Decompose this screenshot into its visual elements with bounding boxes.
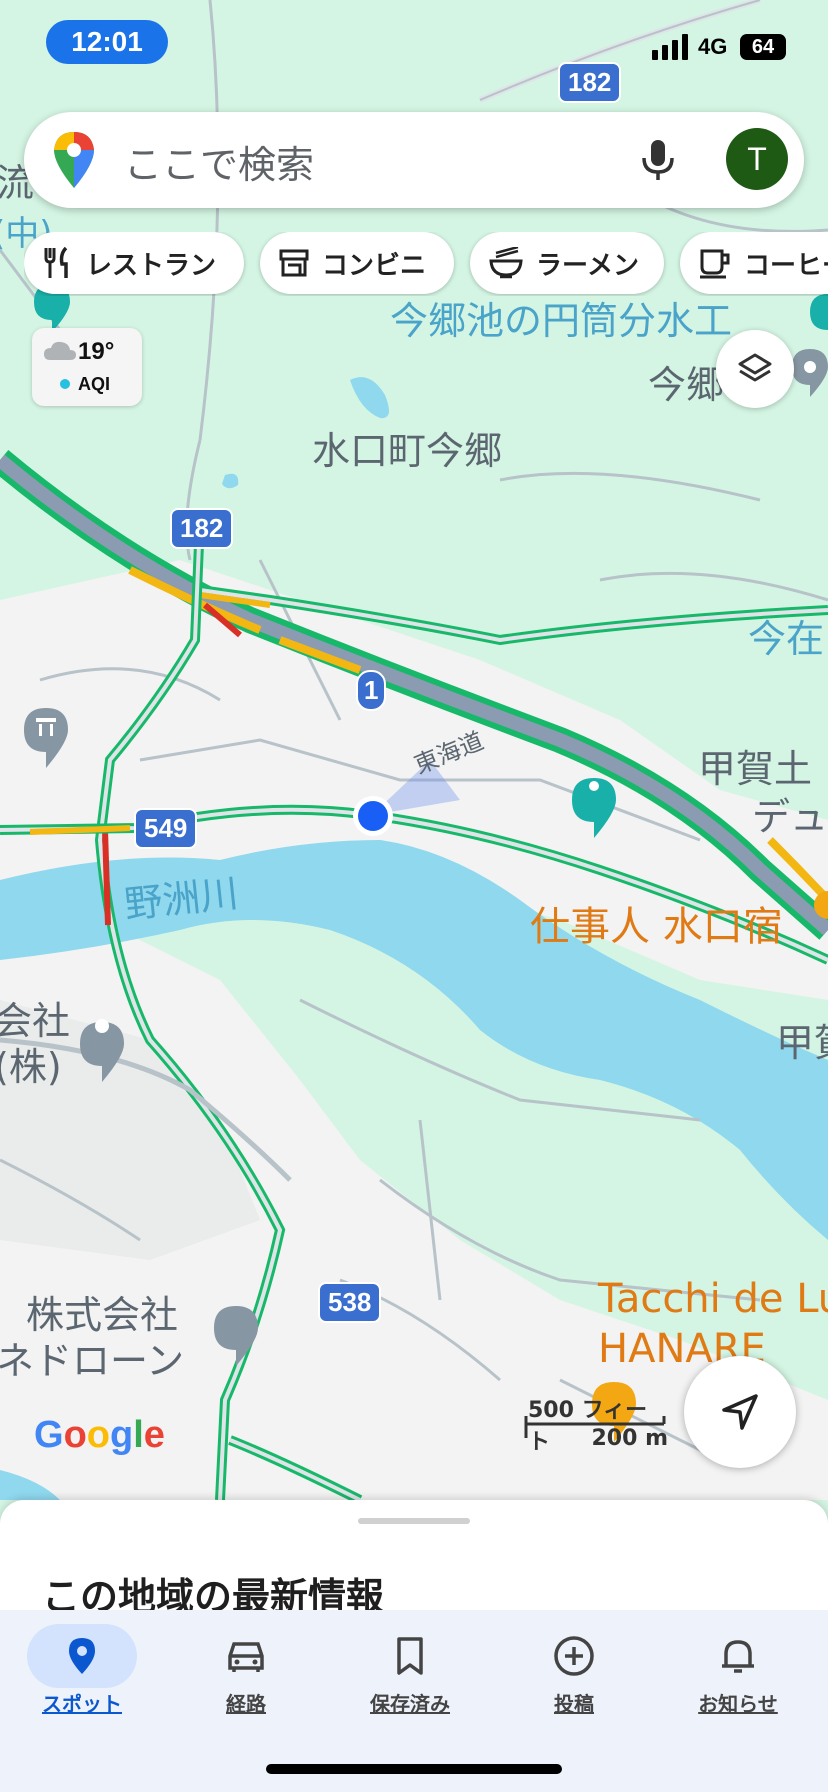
chip-label: コーヒー — [744, 250, 828, 281]
microphone-icon[interactable] — [636, 136, 680, 184]
pin-icon-imago[interactable] — [792, 349, 828, 397]
cloud-icon — [44, 341, 76, 360]
fork-knife-icon — [44, 246, 68, 278]
weather-temp: 19° — [78, 338, 115, 365]
home-indicator — [266, 1764, 562, 1774]
route-shield: 549 — [134, 808, 198, 849]
scale-meters: 200 m — [591, 1426, 668, 1451]
layers-button[interactable] — [716, 330, 794, 408]
map-label-company2-name: ネドローン — [0, 1339, 185, 1383]
chip-label: レストラン — [86, 250, 217, 281]
location-pin-icon — [27, 1624, 137, 1688]
layers-icon — [738, 353, 772, 382]
map-label-dew: デュ — [752, 795, 828, 839]
nav-label: スポット — [42, 1692, 122, 1716]
nav-item-updates[interactable]: お知らせ — [656, 1610, 820, 1720]
map-canvas[interactable]: 流 (中) 今郷池の円筒分水工 今郷 水口町今郷 今在 甲賀土 デュ 東海道 野… — [0, 0, 828, 1500]
aqi-dot — [60, 379, 70, 389]
coffee-cup-icon — [700, 249, 730, 279]
map-label-waterworks[interactable]: 今郷池の円筒分水工 — [390, 290, 732, 345]
add-circle-icon — [519, 1624, 629, 1688]
chip-convenience-store[interactable]: コンビニ — [260, 232, 454, 294]
nav-label: お知らせ — [698, 1692, 778, 1716]
chip-restaurant[interactable]: レストラン — [24, 232, 244, 294]
chip-label: コンビニ — [322, 250, 427, 281]
ramen-bowl-icon — [489, 247, 523, 279]
nav-item-directions[interactable]: 経路 — [164, 1610, 328, 1720]
status-bar: 12:01 4G 64 — [0, 0, 828, 90]
bottom-sheet[interactable]: この地域の最新情報 — [0, 1500, 828, 1620]
map-scale: 500 フィート 200 m — [524, 1392, 668, 1455]
chip-ramen[interactable]: ラーメン — [470, 232, 664, 294]
cell-signal-icon — [652, 34, 688, 60]
map-label-imago: 今郷 — [648, 363, 725, 407]
google-maps-pin-icon — [54, 132, 94, 188]
map-label-koka2: 甲賀 — [776, 1021, 828, 1065]
route-shield: 182 — [170, 508, 234, 549]
weather-widget[interactable]: 19° AQI — [32, 328, 142, 406]
search-input[interactable]: ここで検索 — [124, 134, 314, 189]
pin-icon-waterworks-right[interactable] — [810, 294, 828, 330]
avatar[interactable]: T — [726, 128, 788, 190]
map-label-kabu: (株) — [0, 1045, 62, 1089]
current-location-dot — [358, 801, 388, 831]
chip-coffee[interactable]: コーヒー — [680, 232, 828, 294]
google-logo: Google — [34, 1414, 165, 1456]
nav-label: 投稿 — [554, 1692, 594, 1716]
nav-item-saved[interactable]: 保存済み — [328, 1610, 492, 1720]
battery-icon: 64 — [740, 34, 786, 60]
map-label-koka: 甲賀土 — [698, 747, 813, 791]
nav-label: 経路 — [226, 1692, 266, 1716]
nav-label: 保存済み — [370, 1692, 450, 1716]
bookmark-icon — [355, 1624, 465, 1688]
search-bar[interactable]: ここで検索 T — [24, 112, 804, 208]
my-location-button[interactable] — [684, 1356, 796, 1468]
route-shield-expressway: 1 — [356, 670, 387, 711]
chip-label: ラーメン — [536, 250, 639, 281]
map-label-imazai: 今在 — [748, 617, 825, 661]
network-type: 4G — [698, 34, 728, 59]
status-time: 12:01 — [46, 20, 168, 64]
aqi-label: AQI — [78, 374, 111, 394]
map-label-district: 水口町今郷 — [312, 429, 503, 473]
map-label-shigotonin[interactable]: 仕事人 水口宿 — [530, 894, 783, 952]
nav-item-spot[interactable]: スポット — [0, 1610, 164, 1720]
category-chips: レストラン コンビニ ラーメン コーヒー — [24, 232, 828, 296]
sheet-drag-handle[interactable] — [358, 1518, 470, 1524]
bell-icon — [683, 1624, 793, 1688]
map-label-tacchi[interactable]: Tacchi de Lu — [598, 1276, 828, 1322]
nav-item-contribute[interactable]: 投稿 — [492, 1610, 656, 1720]
navigation-arrow-icon — [722, 1394, 758, 1430]
store-icon — [279, 249, 309, 277]
car-icon — [191, 1624, 301, 1688]
route-shield: 538 — [318, 1282, 382, 1323]
